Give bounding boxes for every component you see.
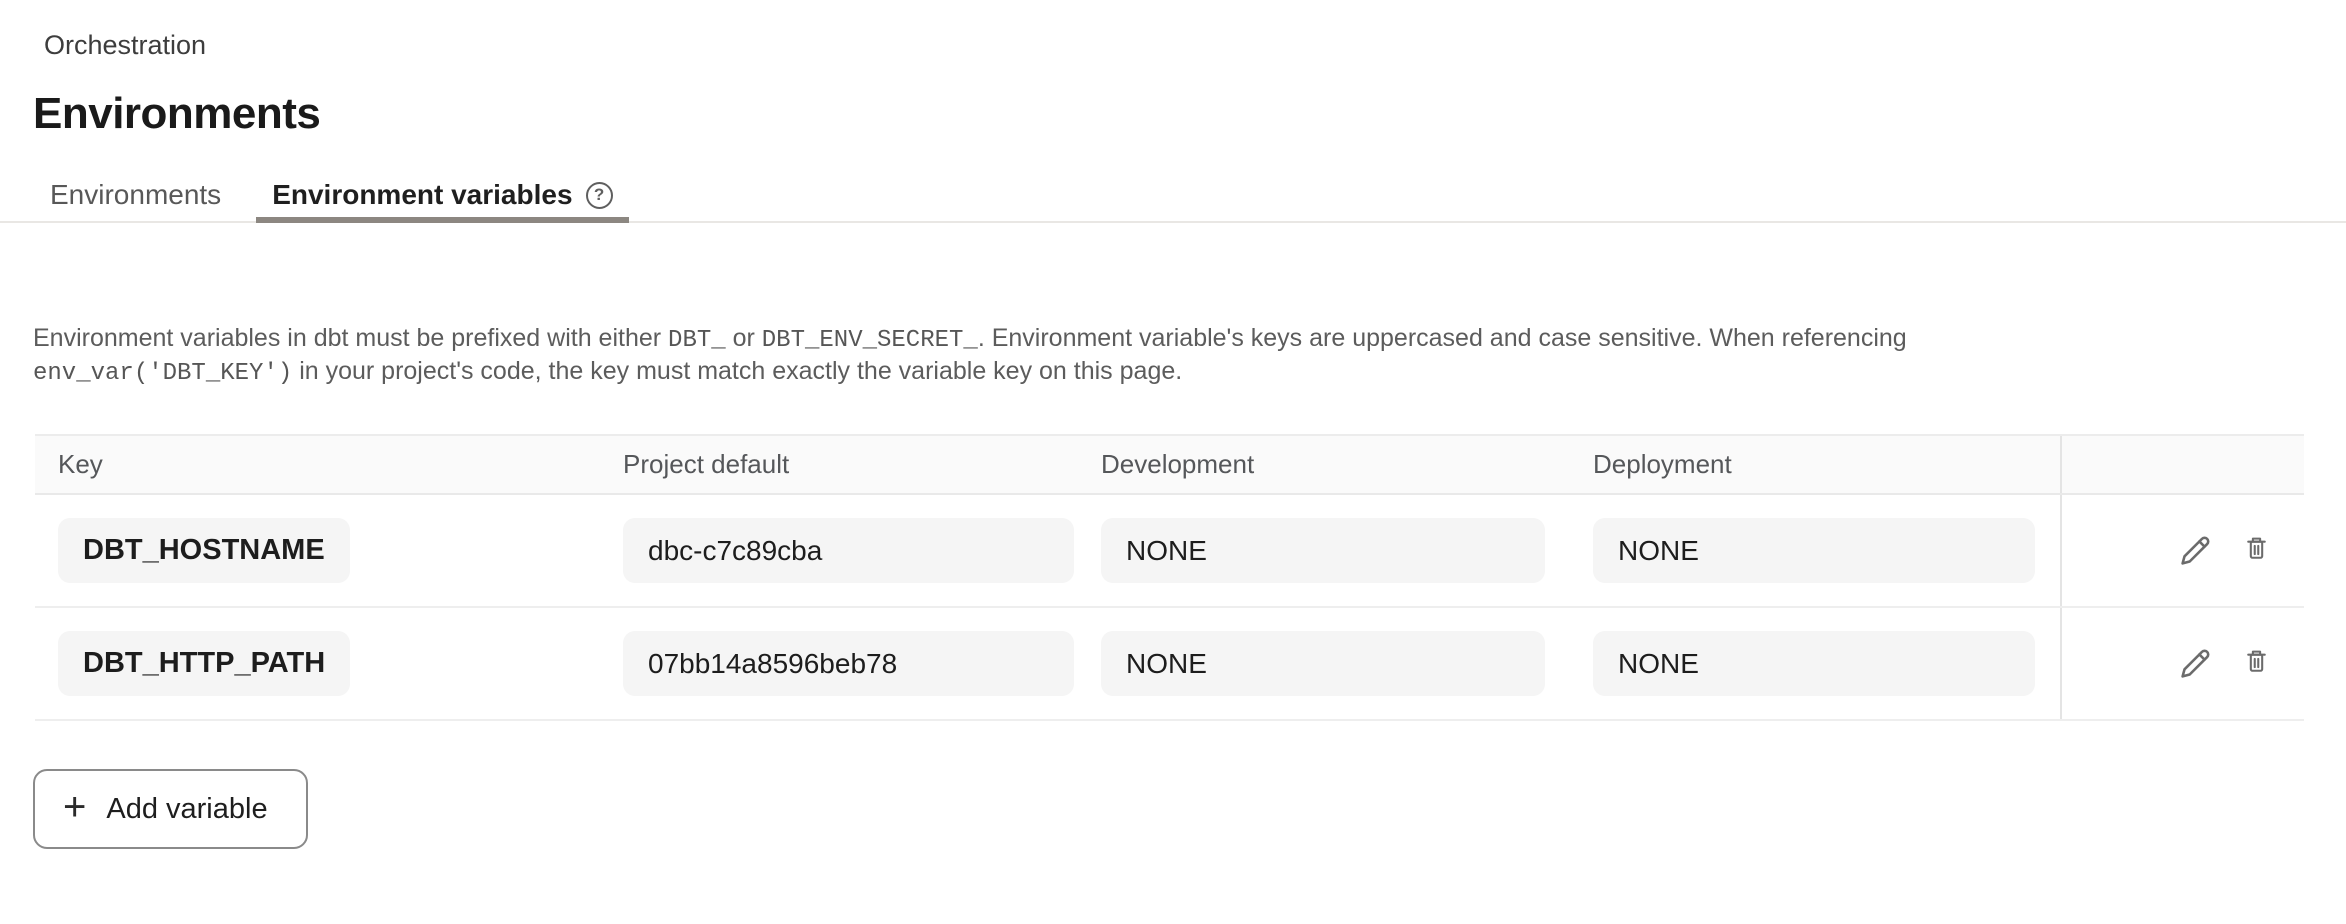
deployment-value-pill: NONE bbox=[1593, 518, 2035, 583]
breadcrumb-orchestration[interactable]: Orchestration bbox=[44, 30, 206, 61]
add-variable-button[interactable]: + Add variable bbox=[33, 769, 308, 849]
column-header-actions bbox=[2060, 436, 2304, 493]
delete-variable-button[interactable] bbox=[2239, 534, 2273, 568]
add-variable-label: Add variable bbox=[106, 793, 267, 826]
tab-environments-label: Environments bbox=[50, 179, 221, 211]
row-actions-cell bbox=[2060, 495, 2304, 606]
delete-variable-button[interactable] bbox=[2239, 647, 2273, 681]
column-header-key: Key bbox=[35, 449, 600, 480]
deployment-value-pill: NONE bbox=[1593, 631, 2035, 696]
project-default-value-pill: 07bb14a8596beb78 bbox=[623, 631, 1074, 696]
env-var-key-pill: DBT_HTTP_PATH bbox=[58, 631, 350, 696]
env-var-key-pill: DBT_HOSTNAME bbox=[58, 518, 350, 583]
edit-variable-button[interactable] bbox=[2178, 647, 2212, 681]
development-cell: NONE bbox=[1078, 608, 1570, 719]
page-title: Environments bbox=[33, 89, 2346, 139]
pencil-icon bbox=[2180, 648, 2211, 679]
plus-icon: + bbox=[63, 787, 86, 827]
deployment-cell: NONE bbox=[1570, 608, 2060, 719]
development-value-pill: NONE bbox=[1101, 631, 1545, 696]
trash-icon bbox=[2241, 648, 2272, 679]
development-cell: NONE bbox=[1078, 495, 1570, 606]
tab-bar: Environments Environment variables ? bbox=[0, 171, 2346, 223]
key-cell: DBT_HTTP_PATH bbox=[35, 608, 600, 719]
tab-environment-variables[interactable]: Environment variables ? bbox=[256, 173, 628, 223]
table-row: DBT_HTTP_PATH 07bb14a8596beb78 NONE NONE bbox=[35, 608, 2304, 721]
env-vars-description: Environment variables in dbt must be pre… bbox=[33, 323, 2148, 389]
project-default-value-pill: dbc-c7c89cba bbox=[623, 518, 1074, 583]
deployment-cell: NONE bbox=[1570, 495, 2060, 606]
development-value-pill: NONE bbox=[1101, 518, 1545, 583]
table-header-row: Key Project default Development Deployme… bbox=[35, 434, 2304, 495]
tab-environments[interactable]: Environments bbox=[34, 173, 237, 223]
column-header-deployment: Deployment bbox=[1570, 449, 2060, 480]
edit-variable-button[interactable] bbox=[2178, 534, 2212, 568]
help-icon[interactable]: ? bbox=[586, 182, 613, 209]
table-row: DBT_HOSTNAME dbc-c7c89cba NONE NONE bbox=[35, 495, 2304, 608]
environment-variables-table: Key Project default Development Deployme… bbox=[35, 434, 2304, 721]
row-actions-cell bbox=[2060, 608, 2304, 719]
tab-environment-variables-label: Environment variables bbox=[272, 179, 572, 211]
pencil-icon bbox=[2180, 535, 2211, 566]
trash-icon bbox=[2241, 535, 2272, 566]
project-default-cell: 07bb14a8596beb78 bbox=[600, 608, 1078, 719]
project-default-cell: dbc-c7c89cba bbox=[600, 495, 1078, 606]
column-header-project-default: Project default bbox=[600, 449, 1078, 480]
key-cell: DBT_HOSTNAME bbox=[35, 495, 600, 606]
column-header-development: Development bbox=[1078, 449, 1570, 480]
table-body: DBT_HOSTNAME dbc-c7c89cba NONE NONE bbox=[35, 495, 2304, 721]
